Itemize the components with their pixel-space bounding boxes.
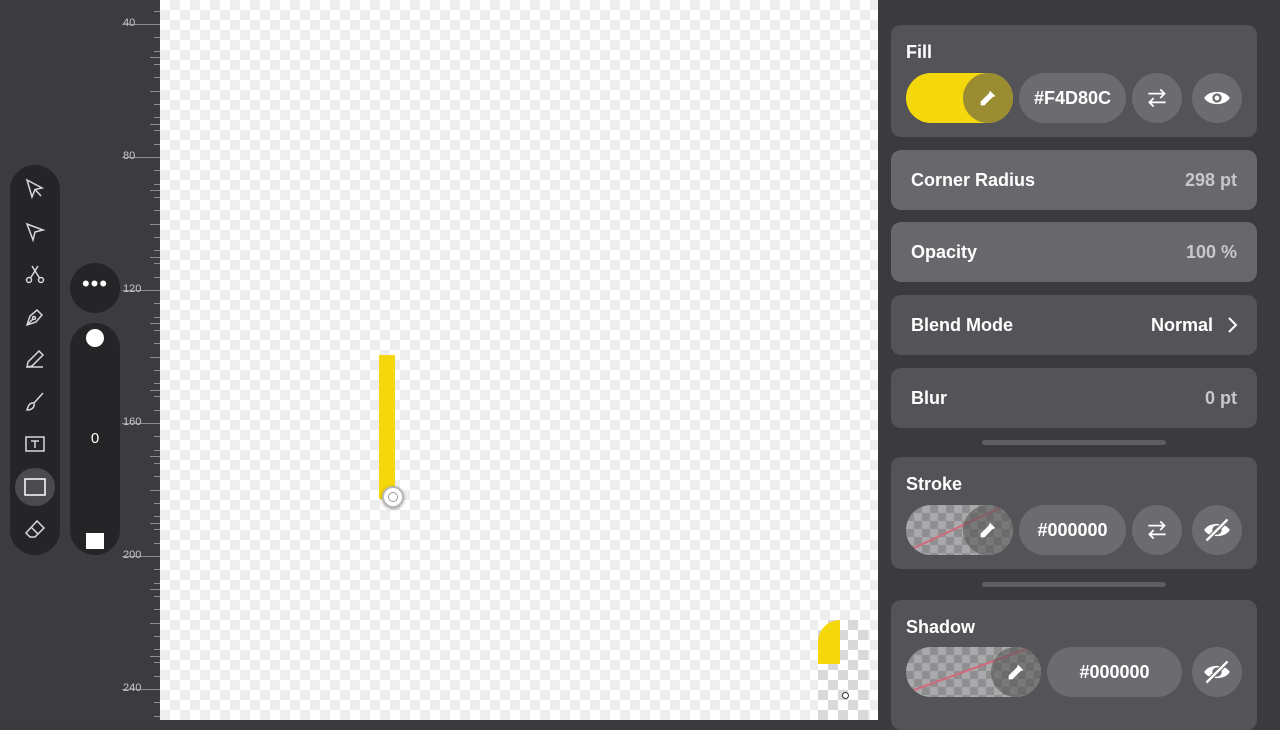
ruler-label: 40 <box>123 17 136 29</box>
opacity-row[interactable]: Opacity 100 % <box>891 222 1257 282</box>
ruler-tick <box>150 256 160 258</box>
corner-radius-label: Corner Radius <box>911 170 1036 190</box>
scissors-icon <box>25 265 45 284</box>
more-options-label: ••• <box>81 271 109 296</box>
ruler-label: 160 <box>123 416 142 428</box>
eyedropper-icon[interactable] <box>963 505 1013 555</box>
tool-bar <box>10 165 60 555</box>
ruler-tick <box>150 456 160 458</box>
direct-select-icon <box>25 222 46 243</box>
shadow-title: Shadow <box>906 617 976 637</box>
ruler-label: 240 <box>123 682 142 694</box>
stroke-card: Stroke #000000 <box>891 457 1257 569</box>
blend-mode-row[interactable]: Blend Mode Normal <box>891 295 1257 355</box>
ruler-label: 200 <box>123 549 142 561</box>
ruler-tick <box>150 323 160 325</box>
brush-tool[interactable] <box>15 383 55 421</box>
fill-color-swatch[interactable] <box>906 73 1013 123</box>
eyedropper-icon[interactable] <box>963 73 1013 123</box>
stroke-title: Stroke <box>906 474 963 494</box>
properties-panel: Fill #F4D80C Corner Radius 298 pt Opacit… <box>878 0 1280 730</box>
fill-swap-button[interactable] <box>1132 73 1182 123</box>
pencil-tool[interactable] <box>15 340 55 378</box>
vertical-ruler: 40 80 120 160 200 240 <box>118 0 160 720</box>
fill-hex-field[interactable]: #F4D80C <box>1019 73 1126 123</box>
corner-radius-handle[interactable] <box>382 486 404 508</box>
eye-icon <box>1204 91 1230 105</box>
direct-select-tool[interactable] <box>15 213 55 251</box>
eyedropper-icon[interactable] <box>991 647 1041 697</box>
ruler-tick <box>150 622 160 624</box>
size-slider[interactable]: 0 <box>70 323 120 555</box>
corner-radius-value: 298 pt <box>1184 170 1237 190</box>
section-divider <box>982 440 1166 445</box>
blur-label: Blur <box>911 388 947 408</box>
scissors-tool[interactable] <box>15 255 55 293</box>
pen-tool[interactable] <box>15 298 55 336</box>
ruler-tick <box>150 57 160 59</box>
ruler-tick <box>150 223 160 225</box>
slider-square-icon <box>86 533 104 549</box>
navigator-preview[interactable] <box>818 620 868 720</box>
slider-knob[interactable] <box>86 329 104 347</box>
ruler-tick <box>150 655 160 657</box>
shadow-hex-field[interactable]: #000000 <box>1047 647 1182 697</box>
shadow-visibility-button[interactable] <box>1192 647 1242 697</box>
swap-arrows-icon <box>1148 88 1166 108</box>
yellow-rectangle-shape[interactable] <box>379 355 395 499</box>
ruler-label: 80 <box>123 150 136 162</box>
ruler-tick <box>150 190 160 192</box>
selection-arrow-icon <box>25 178 45 200</box>
opacity-value: 100 % <box>1185 242 1237 262</box>
blur-row[interactable]: Blur 0 pt <box>891 368 1257 428</box>
stroke-visibility-button[interactable] <box>1192 505 1242 555</box>
stroke-color-swatch[interactable] <box>906 505 1013 555</box>
blend-mode-value: Normal <box>1150 315 1213 335</box>
text-box-icon <box>25 436 45 452</box>
preview-shape <box>818 620 840 664</box>
pencil-icon <box>26 349 45 368</box>
ruler-tick <box>150 589 160 591</box>
fill-title: Fill <box>906 42 932 62</box>
shadow-card: Shadow #000000 <box>891 600 1257 730</box>
eraser-tool[interactable] <box>15 510 55 548</box>
canvas[interactable] <box>160 0 878 720</box>
blend-mode-label: Blend Mode <box>911 315 1013 335</box>
eraser-icon <box>24 519 46 538</box>
corner-radius-row[interactable]: Corner Radius 298 pt <box>891 150 1257 210</box>
ruler-tick <box>150 522 160 524</box>
ruler-tick <box>150 389 160 391</box>
section-divider <box>982 582 1166 587</box>
chevron-right-icon <box>1228 317 1238 333</box>
eye-slash-icon <box>1204 517 1230 543</box>
ruler-tick <box>150 489 160 491</box>
blur-value: 0 pt <box>1204 388 1237 408</box>
slider-value: 0 <box>90 430 100 447</box>
swap-arrows-icon <box>1148 520 1166 540</box>
eye-slash-icon <box>1204 659 1230 685</box>
brush-icon <box>26 392 44 411</box>
fill-visibility-button[interactable] <box>1192 73 1242 123</box>
ruler-tick <box>150 123 160 125</box>
selection-tool[interactable] <box>15 170 55 208</box>
ruler-label: 120 <box>123 283 142 295</box>
ruler-tick <box>150 90 160 92</box>
ruler-tick <box>150 356 160 358</box>
preview-handle <box>842 692 849 699</box>
fill-card: Fill #F4D80C <box>891 25 1257 137</box>
rectangle-tool[interactable] <box>15 468 55 506</box>
pen-nib-icon <box>25 308 44 327</box>
more-options-button[interactable]: ••• <box>70 263 120 313</box>
stroke-swap-button[interactable] <box>1132 505 1182 555</box>
opacity-label: Opacity <box>911 242 978 262</box>
text-tool[interactable] <box>15 425 55 463</box>
stroke-hex-field[interactable]: #000000 <box>1019 505 1126 555</box>
rectangle-icon <box>24 478 46 496</box>
shadow-color-swatch[interactable] <box>906 647 1041 697</box>
